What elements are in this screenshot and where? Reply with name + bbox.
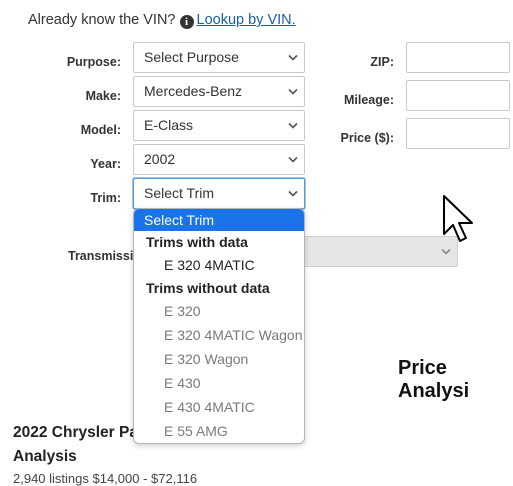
info-icon: i xyxy=(179,15,194,29)
trim-dropdown-list[interactable]: Select Trim Trims with data E 320 4MATIC… xyxy=(133,208,305,444)
listing-summary-text: 2,940 listings $14,000 - $72,116 xyxy=(13,471,198,486)
vin-prompt-text: Already know the VIN? xyxy=(28,12,176,28)
zip-input[interactable] xyxy=(406,42,510,73)
chevron-down-icon xyxy=(288,88,298,96)
make-label: Make: xyxy=(85,89,121,103)
make-select[interactable]: Mercedes-Benz xyxy=(133,76,305,107)
purpose-select-value: Select Purpose xyxy=(144,49,239,65)
price-label: Price ($): xyxy=(340,131,395,145)
article-title-line-2[interactable]: Analysis xyxy=(13,445,77,469)
chevron-down-icon xyxy=(288,156,298,164)
mileage-label: Mileage: xyxy=(343,93,394,107)
purpose-label: Purpose: xyxy=(66,55,121,69)
dropdown-option-disabled: E 320 Wagon xyxy=(164,351,249,367)
price-input[interactable] xyxy=(406,118,510,149)
dropdown-option-disabled: E 320 xyxy=(164,303,201,319)
dropdown-option-disabled: E 430 xyxy=(164,375,201,391)
chevron-down-icon xyxy=(288,122,298,130)
lookup-by-vin-link[interactable]: Lookup by VIN. xyxy=(197,12,296,28)
chevron-down-icon xyxy=(288,54,298,62)
purpose-select[interactable]: Select Purpose xyxy=(133,42,305,73)
dropdown-option-selected[interactable]: Select Trim xyxy=(134,209,304,231)
transmission-label: Transmissio xyxy=(68,249,141,263)
vin-prompt-line: Already know the VIN? i Lookup by VIN. xyxy=(28,12,296,29)
dropdown-option-disabled: E 55 AMG xyxy=(164,423,228,439)
year-label: Year: xyxy=(90,157,121,171)
trim-select-value: Select Trim xyxy=(144,185,215,201)
dropdown-group-with-data: Trims with data xyxy=(146,234,248,250)
price-analysis-heading: Price Analysi xyxy=(398,357,470,402)
trim-label: Trim: xyxy=(90,191,121,205)
model-select-value: E-Class xyxy=(144,117,194,133)
model-label: Model: xyxy=(80,123,121,137)
make-select-value: Mercedes-Benz xyxy=(144,83,243,99)
model-select[interactable]: E-Class xyxy=(133,110,305,141)
year-select[interactable]: 2002 xyxy=(133,144,305,175)
zip-label: ZIP: xyxy=(370,55,394,69)
dropdown-option-disabled: E 320 4MATIC Wagon xyxy=(164,327,303,343)
mileage-input[interactable] xyxy=(406,80,510,111)
year-select-value: 2002 xyxy=(144,151,176,167)
article-title-line-1[interactable]: 2022 Chrysler Pa xyxy=(13,421,138,445)
mouse-pointer-icon xyxy=(442,194,476,253)
dropdown-option[interactable]: E 320 4MATIC xyxy=(134,253,304,277)
dropdown-group-without-data: Trims without data xyxy=(146,280,270,296)
chevron-down-icon xyxy=(288,190,298,198)
dropdown-option-disabled: E 430 4MATIC xyxy=(164,399,255,415)
trim-select[interactable]: Select Trim xyxy=(133,178,305,209)
